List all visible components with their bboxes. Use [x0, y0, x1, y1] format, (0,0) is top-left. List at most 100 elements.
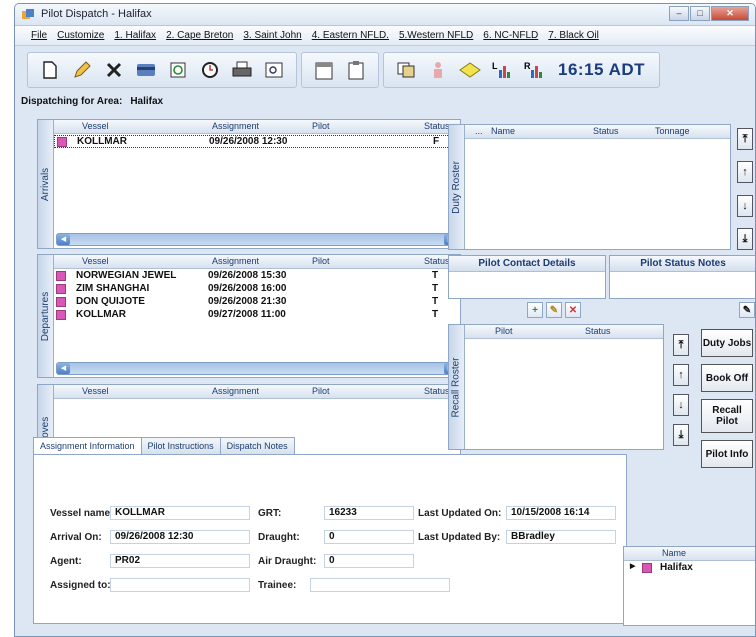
row-marker: [56, 310, 66, 320]
area-label: Dispatching for Area:: [21, 96, 123, 107]
add-icon[interactable]: +: [527, 302, 543, 318]
toolbar-group-edit: [27, 52, 297, 88]
pilot-notes-panel: Pilot Status Notes: [609, 255, 755, 299]
move-up-icon[interactable]: ↑: [673, 364, 689, 386]
edit-notes-icon[interactable]: ✎: [739, 302, 755, 318]
departures-scrollbar[interactable]: ◀▶: [56, 362, 458, 375]
trainee-label: Trainee:: [258, 580, 297, 591]
departures-header: Vessel Assignment Pilot Status: [54, 255, 460, 269]
table-row[interactable]: DON QUIJOTE 09/26/2008 21:30 T: [54, 296, 460, 309]
window-title: Pilot Dispatch - Halifax: [41, 8, 152, 20]
recall-roster-grid: Recall Roster Pilot Status: [448, 324, 664, 450]
note-icon[interactable]: [457, 57, 483, 83]
menu-saint-john[interactable]: 3. Saint John: [243, 30, 301, 41]
air-draught-field[interactable]: 0: [324, 554, 414, 568]
arrivals-scrollbar[interactable]: ◀▶: [56, 233, 458, 246]
scroll-left-icon[interactable]: ◀: [57, 363, 70, 374]
table-row[interactable]: ZIM SHANGHAI 09/26/2008 16:00 T: [54, 283, 460, 296]
toolbar: L R 16:15 ADT: [15, 47, 755, 93]
row-marker: [56, 284, 66, 294]
vessel-name-field[interactable]: KOLLMAR: [110, 506, 250, 520]
remove-icon[interactable]: ✕: [565, 302, 581, 318]
draught-field[interactable]: 0: [324, 530, 414, 544]
clock-icon[interactable]: [197, 57, 223, 83]
departures-label: Departures: [38, 255, 54, 377]
menu-western-nfld[interactable]: 5.Western NFLD: [399, 30, 473, 41]
departures-grid: Departures Vessel Assignment Pilot Statu…: [37, 254, 461, 378]
arrivals-grid: Arrivals Vessel Assignment Pilot Status …: [37, 119, 461, 249]
row-marker: [642, 563, 652, 573]
table-row[interactable]: NORWEGIAN JEWEL 09/26/2008 15:30 T: [54, 270, 460, 283]
pilot-notes-title: Pilot Status Notes: [610, 256, 755, 272]
table-row[interactable]: KOLLMAR 09/26/2008 12:30 F: [54, 135, 460, 148]
card-icon[interactable]: [133, 57, 159, 83]
recall-roster-header: Pilot Status: [465, 325, 663, 339]
scroll-left-icon[interactable]: ◀: [57, 234, 70, 245]
menu-nc-nfld[interactable]: 6. NC-NFLD: [483, 30, 538, 41]
pilot-contact-panel: Pilot Contact Details: [448, 255, 606, 299]
copy-icon[interactable]: [393, 57, 419, 83]
book-off-button[interactable]: Book Off: [701, 364, 753, 392]
tab-pilot-instructions[interactable]: Pilot Instructions: [140, 437, 221, 454]
menu-customize[interactable]: Customize: [57, 30, 104, 41]
minimize-button[interactable]: –: [669, 6, 689, 21]
updated-on-field: 10/15/2008 16:14: [506, 506, 616, 520]
area-list-header: Name: [624, 547, 755, 561]
duty-jobs-button[interactable]: Duty Jobs: [701, 329, 753, 357]
list-item[interactable]: ▶ Halifax: [624, 562, 755, 575]
menu-black-oil[interactable]: 7. Black Oil: [548, 30, 599, 41]
table-row[interactable]: KOLLMAR 09/27/2008 11:00 T: [54, 309, 460, 322]
arrival-field[interactable]: 09/26/2008 12:30: [110, 530, 250, 544]
menu-file[interactable]: File: [31, 30, 47, 41]
person-icon[interactable]: [425, 57, 451, 83]
close-button[interactable]: ✕: [711, 6, 749, 21]
draught-label: Draught:: [258, 532, 300, 543]
l-chart-icon[interactable]: L: [489, 57, 515, 83]
row-pointer-icon: ▶: [630, 563, 636, 570]
move-bottom-icon[interactable]: ⤓: [673, 424, 689, 446]
title-bar: Pilot Dispatch - Halifax – □ ✕: [15, 4, 755, 26]
r-chart-icon[interactable]: R: [521, 57, 547, 83]
maximize-button[interactable]: □: [690, 6, 710, 21]
delete-icon[interactable]: [101, 57, 127, 83]
refresh-icon[interactable]: [165, 57, 191, 83]
edit-icon[interactable]: ✎: [546, 302, 562, 318]
assigned-to-field[interactable]: [110, 578, 250, 592]
move-up-icon[interactable]: ↑: [737, 161, 753, 184]
move-top-icon[interactable]: ⤒: [673, 334, 689, 356]
menu-cape-breton[interactable]: 2. Cape Breton: [166, 30, 233, 41]
menu-bar: File Customize 1. Halifax 2. Cape Breton…: [15, 26, 755, 46]
agent-label: Agent:: [50, 556, 82, 567]
new-icon[interactable]: [37, 57, 63, 83]
duty-roster-grid: Duty Roster ... Name Status Tonnage: [448, 124, 731, 250]
trainee-field[interactable]: [310, 578, 450, 592]
vessel-name-label: Vessel name:: [50, 508, 114, 519]
recall-roster-label: Recall Roster: [449, 325, 465, 449]
contact-buttons: + ✎ ✕: [527, 302, 581, 318]
recall-pilot-button[interactable]: Recall Pilot: [701, 399, 753, 433]
clipboard-icon[interactable]: [343, 57, 369, 83]
preview-icon[interactable]: [261, 57, 287, 83]
recall-roster-nav: ⤒ ↑ ↓ ⤓: [673, 334, 689, 446]
edit-pencil-icon[interactable]: [69, 57, 95, 83]
agent-field[interactable]: PR02: [110, 554, 250, 568]
move-top-icon[interactable]: ⤒: [737, 128, 753, 150]
svg-text:L: L: [492, 61, 498, 71]
grt-field[interactable]: 16233: [324, 506, 414, 520]
menu-halifax[interactable]: 1. Halifax: [114, 30, 156, 41]
move-down-icon[interactable]: ↓: [737, 194, 753, 217]
menu-eastern-nfld[interactable]: 4. Eastern NFLD.: [312, 30, 389, 41]
print-icon[interactable]: [229, 57, 255, 83]
updated-on-label: Last Updated On:: [418, 508, 502, 519]
arrival-label: Arrival On:: [50, 532, 102, 543]
move-bottom-icon[interactable]: ⤓: [737, 227, 753, 250]
tab-assignment-information[interactable]: Assignment Information: [33, 437, 142, 455]
tab-dispatch-notes[interactable]: Dispatch Notes: [219, 437, 295, 454]
moves-header: Vessel Assignment Pilot Status: [54, 385, 460, 399]
app-icon: [22, 9, 34, 19]
pilot-info-button[interactable]: Pilot Info: [701, 440, 753, 468]
assigned-to-label: Assigned to:: [50, 580, 111, 591]
calendar-icon[interactable]: [311, 57, 337, 83]
row-marker: [56, 271, 66, 281]
move-down-icon[interactable]: ↓: [673, 394, 689, 416]
